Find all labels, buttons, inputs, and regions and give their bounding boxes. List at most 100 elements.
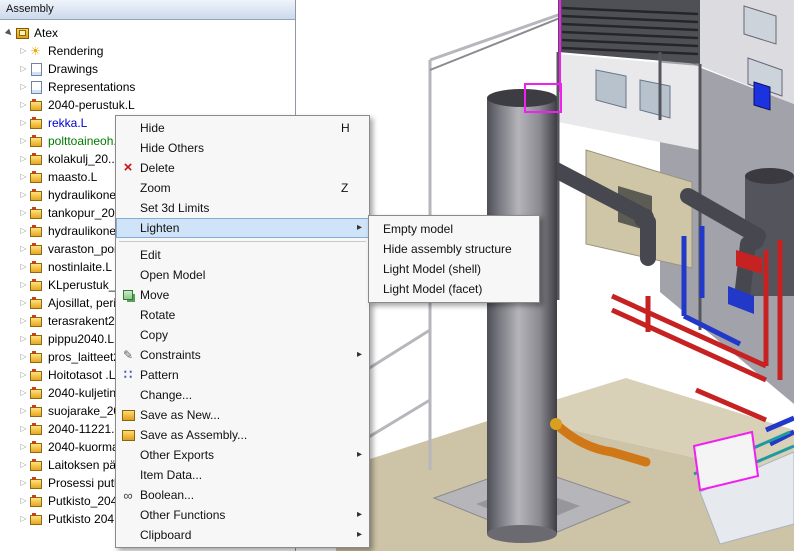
expand-arrow-icon[interactable]	[17, 510, 30, 528]
move-icon	[116, 290, 140, 300]
expand-arrow-icon[interactable]	[17, 366, 30, 384]
submenu-item-light-model-facet[interactable]: Light Model (facet)	[369, 279, 539, 299]
menu-item-copy[interactable]: Copy	[116, 325, 369, 345]
expand-arrow-icon[interactable]	[17, 402, 30, 420]
menu-separator	[119, 241, 366, 242]
part-icon	[30, 351, 44, 364]
menu-item-set-3d-limits[interactable]: Set 3d Limits	[116, 198, 369, 218]
menu-item-zoom[interactable]: ZoomZ	[116, 178, 369, 198]
context-menu: HideH Hide Others Delete ZoomZ Set 3d Li…	[115, 115, 370, 548]
part-icon	[30, 225, 44, 238]
tree-item-atex[interactable]: Atex	[0, 24, 295, 42]
shortcut-label: H	[341, 121, 361, 135]
menu-item-item-data[interactable]: Item Data...	[116, 465, 369, 485]
drawings-icon	[30, 63, 44, 76]
expand-arrow-icon[interactable]	[17, 42, 30, 60]
expand-arrow-icon[interactable]	[17, 222, 30, 240]
part-icon	[30, 441, 44, 454]
expand-arrow-icon[interactable]	[17, 78, 30, 96]
part-icon	[30, 207, 44, 220]
part-icon	[30, 459, 44, 472]
part-icon	[30, 495, 44, 508]
expand-arrow-icon[interactable]	[17, 276, 30, 294]
tree-item-label: tankopur_20...	[48, 206, 125, 220]
expand-arrow-icon[interactable]	[17, 456, 30, 474]
submenu-item-light-model-shell[interactable]: Light Model (shell)	[369, 259, 539, 279]
submenu-item-empty-model[interactable]: Empty model	[369, 219, 539, 239]
menu-item-change[interactable]: Change...	[116, 385, 369, 405]
expand-arrow-icon[interactable]	[17, 258, 30, 276]
menu-item-clipboard[interactable]: Clipboard	[116, 525, 369, 545]
menu-item-other-functions[interactable]: Other Functions	[116, 505, 369, 525]
tree-item-label: Atex	[34, 26, 58, 40]
part-icon	[30, 423, 44, 436]
part-icon	[30, 405, 44, 418]
part-icon	[30, 135, 44, 148]
menu-item-lighten[interactable]: Lighten	[116, 218, 369, 238]
delete-icon	[116, 161, 140, 175]
expand-arrow-icon[interactable]	[17, 186, 30, 204]
expand-arrow-icon[interactable]	[17, 474, 30, 492]
tree-item-label: maasto.L	[48, 170, 97, 184]
expand-arrow-icon[interactable]	[3, 24, 16, 42]
tree-item-drawings[interactable]: Drawings	[0, 60, 295, 78]
expand-arrow-icon[interactable]	[17, 240, 30, 258]
menu-item-move[interactable]: Move	[116, 285, 369, 305]
expand-arrow-icon[interactable]	[17, 132, 30, 150]
menu-item-hide-others[interactable]: Hide Others	[116, 138, 369, 158]
application-window: Assembly Atex Rendering Drawings Represe…	[0, 0, 794, 551]
tree-item-label: nostinlaite.L	[48, 260, 112, 274]
boolean-icon	[116, 488, 140, 503]
tree-item-rendering[interactable]: Rendering	[0, 42, 295, 60]
expand-arrow-icon[interactable]	[17, 204, 30, 222]
expand-arrow-icon[interactable]	[17, 294, 30, 312]
part-icon	[30, 387, 44, 400]
panel-title-bar[interactable]: Assembly	[0, 0, 295, 20]
submenu-item-hide-assembly-structure[interactable]: Hide assembly structure	[369, 239, 539, 259]
part-icon	[30, 513, 44, 526]
menu-item-constraints[interactable]: Constraints	[116, 345, 369, 365]
menu-item-pattern[interactable]: Pattern	[116, 365, 369, 385]
menu-item-open-model[interactable]: Open Model	[116, 265, 369, 285]
tree-item-label: Drawings	[48, 62, 98, 76]
tree-item-representations[interactable]: Representations	[0, 78, 295, 96]
tree-item-label: rekka.L	[48, 116, 87, 130]
menu-item-edit[interactable]: Edit	[116, 245, 369, 265]
expand-arrow-icon[interactable]	[17, 420, 30, 438]
expand-arrow-icon[interactable]	[17, 150, 30, 168]
menu-item-other-exports[interactable]: Other Exports	[116, 445, 369, 465]
expand-arrow-icon[interactable]	[17, 438, 30, 456]
expand-arrow-icon[interactable]	[17, 312, 30, 330]
menu-item-save-as-new[interactable]: Save as New...	[116, 405, 369, 425]
expand-arrow-icon[interactable]	[17, 96, 30, 114]
tree-item-label: Representations	[48, 80, 135, 94]
part-icon	[30, 153, 44, 166]
expand-arrow-icon[interactable]	[17, 60, 30, 78]
menu-item-rotate[interactable]: Rotate	[116, 305, 369, 325]
shortcut-label: Z	[341, 181, 361, 195]
expand-arrow-icon[interactable]	[17, 492, 30, 510]
part-icon	[30, 369, 44, 382]
menu-item-delete[interactable]: Delete	[116, 158, 369, 178]
menu-item-hide[interactable]: HideH	[116, 118, 369, 138]
menu-item-boolean[interactable]: Boolean...	[116, 485, 369, 505]
expand-arrow-icon[interactable]	[17, 114, 30, 132]
part-icon	[30, 333, 44, 346]
part-icon	[30, 117, 44, 130]
part-icon	[30, 243, 44, 256]
part-icon	[30, 171, 44, 184]
expand-arrow-icon[interactable]	[17, 384, 30, 402]
save-icon	[116, 430, 140, 441]
representations-icon	[30, 81, 44, 94]
rendering-icon	[30, 45, 44, 58]
menu-item-save-as-assembly[interactable]: Save as Assembly...	[116, 425, 369, 445]
expand-arrow-icon[interactable]	[17, 168, 30, 186]
expand-arrow-icon[interactable]	[17, 330, 30, 348]
pattern-icon	[116, 367, 140, 383]
assembly-icon	[16, 27, 30, 40]
expand-arrow-icon[interactable]	[17, 348, 30, 366]
tree-item-label: pippu2040.L	[48, 332, 114, 346]
tree-item-2040-perustuk[interactable]: 2040-perustuk.L	[0, 96, 295, 114]
part-icon	[30, 279, 44, 292]
part-icon	[30, 297, 44, 310]
